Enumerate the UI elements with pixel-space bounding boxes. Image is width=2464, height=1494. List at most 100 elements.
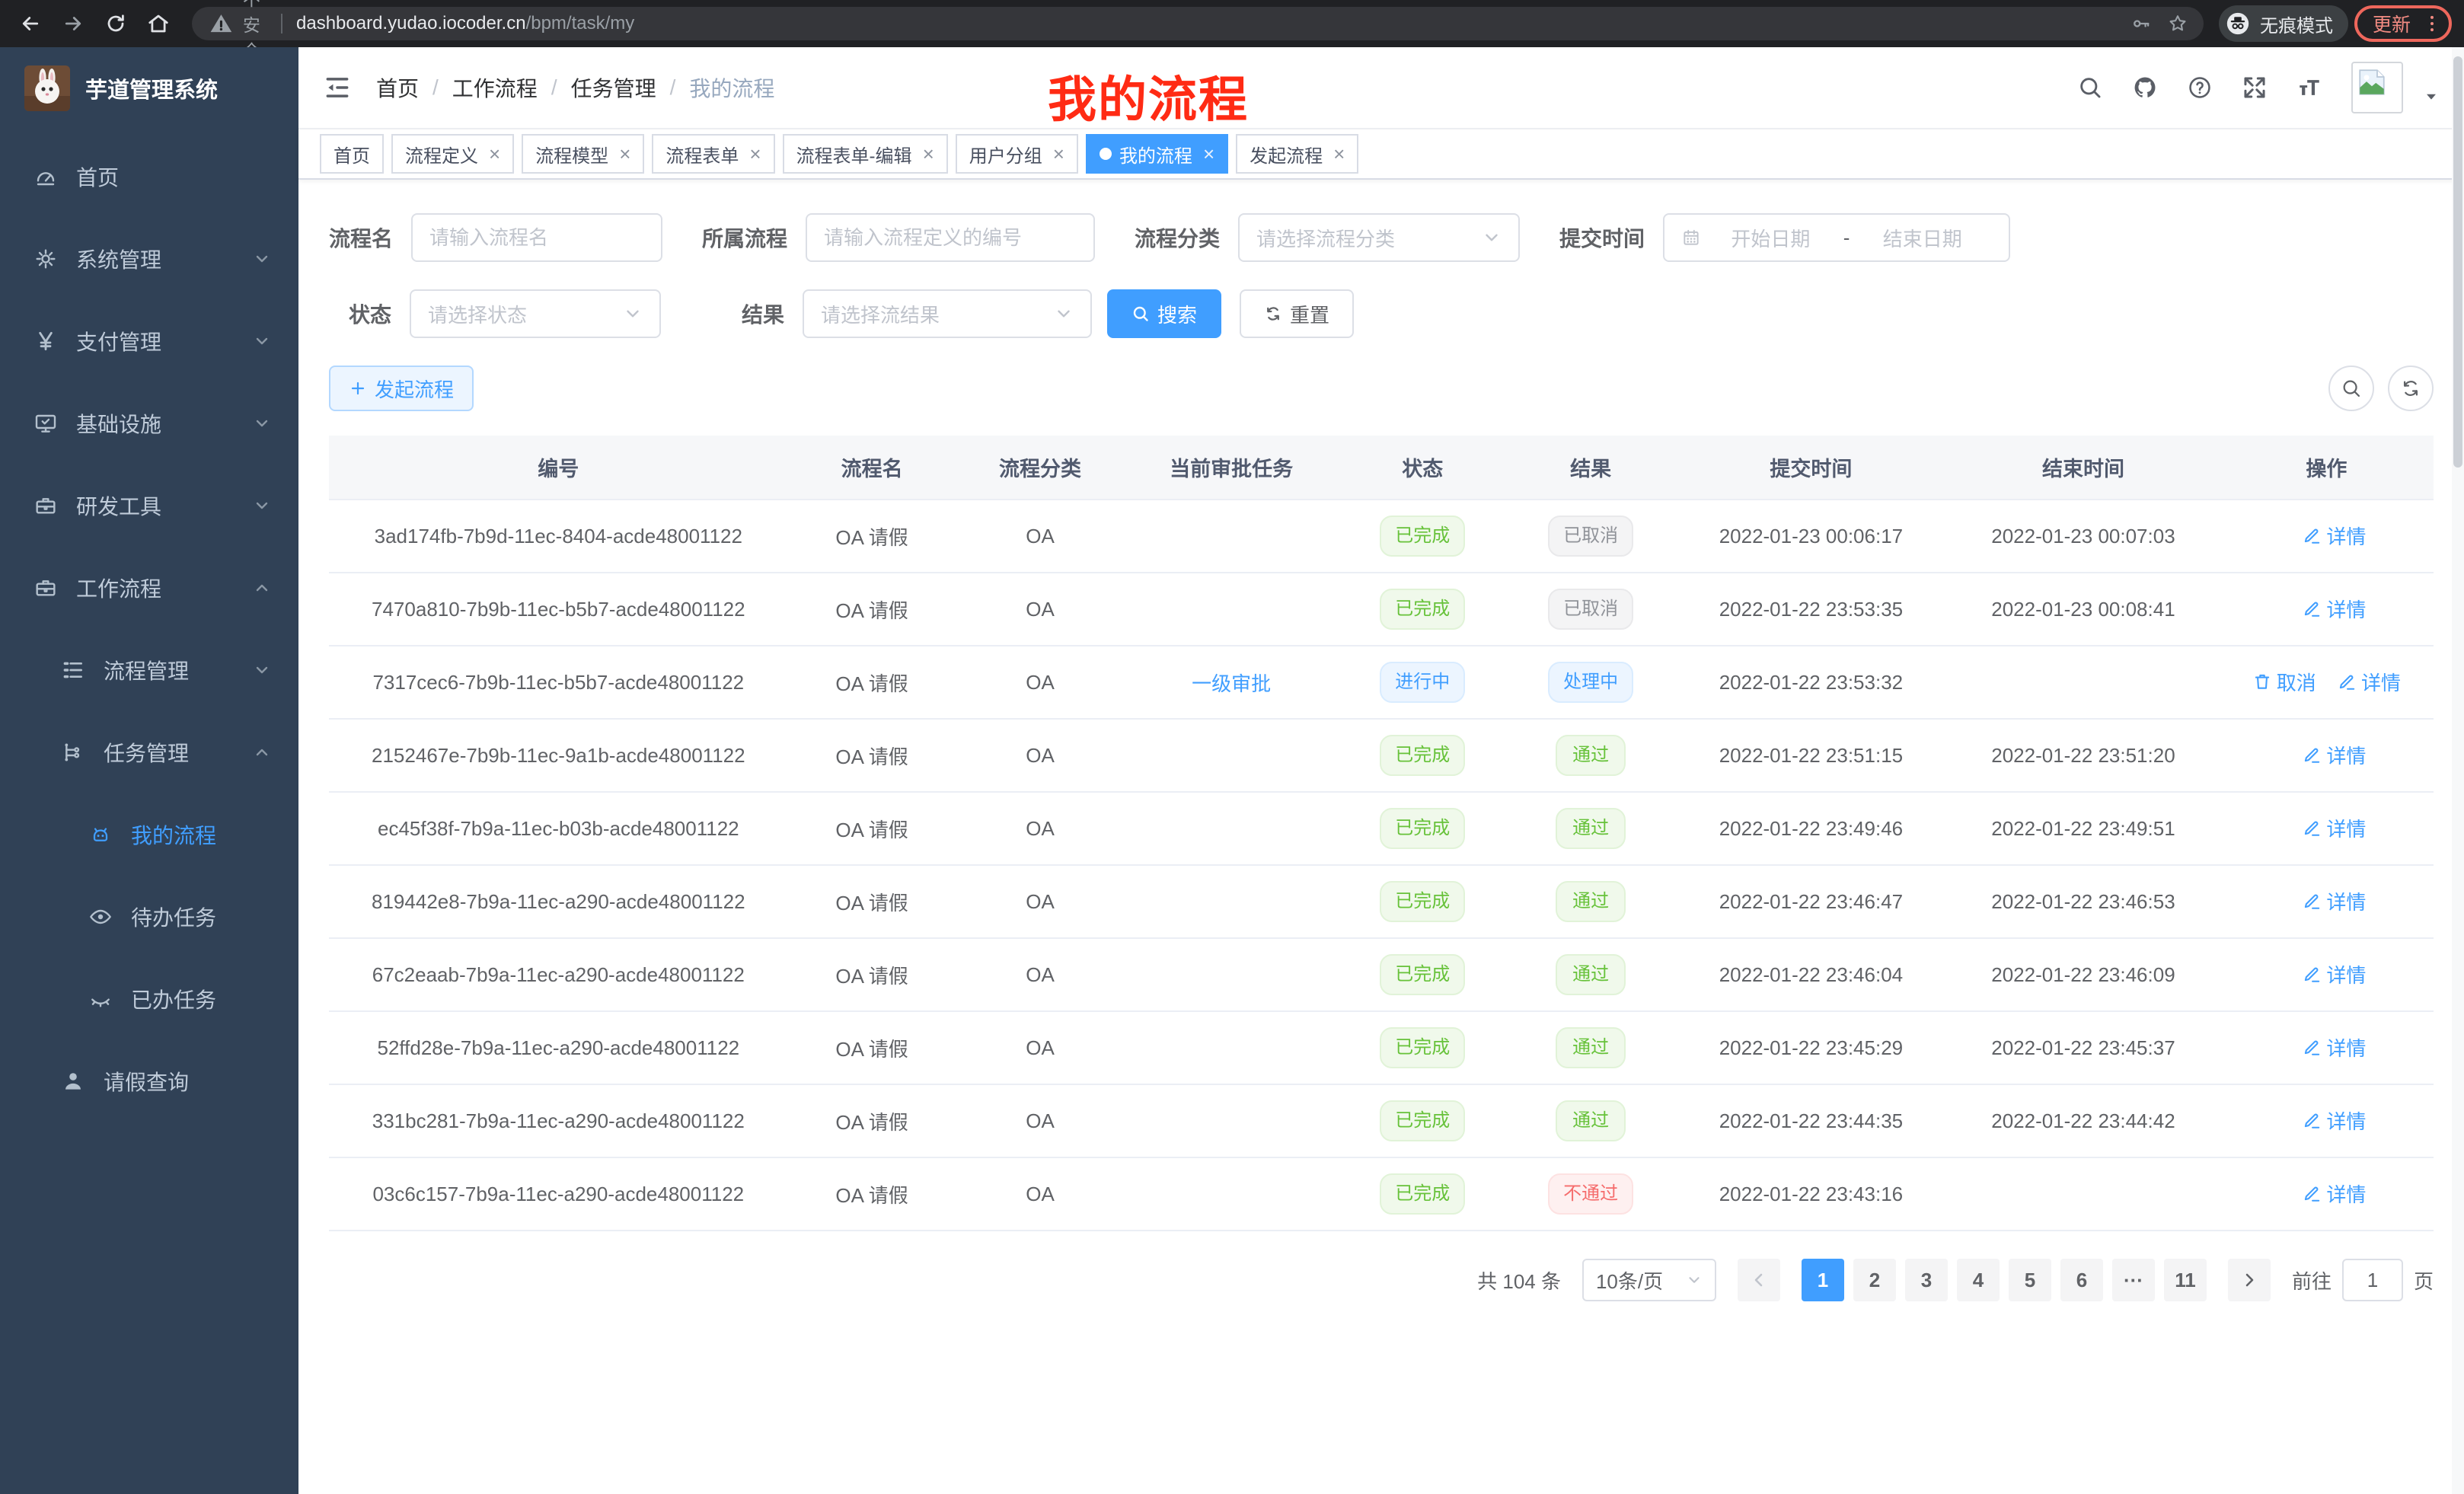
detail-button[interactable]: 详情 [2302, 1033, 2366, 1061]
column-header: 流程名 [788, 436, 956, 500]
fullscreen-icon[interactable] [2242, 75, 2268, 101]
detail-button[interactable]: 详情 [2302, 814, 2366, 842]
detail-button[interactable]: 详情 [2302, 960, 2366, 988]
cell-end-time: 2022-01-22 23:45:37 [1947, 1011, 2220, 1084]
detail-button[interactable]: 详情 [2302, 741, 2366, 769]
current-task-link[interactable]: 一级审批 [1192, 672, 1271, 695]
tab[interactable]: 流程定义 × [391, 134, 514, 174]
next-page-button[interactable] [2228, 1259, 2271, 1301]
page-button[interactable]: 1 [1802, 1259, 1844, 1301]
github-icon[interactable] [2132, 75, 2158, 101]
category-select[interactable]: 请选择流程分类 [1238, 213, 1520, 262]
page-button[interactable]: ··· [2112, 1259, 2155, 1301]
app-logo[interactable]: 芋道管理系统 [0, 47, 298, 129]
close-icon[interactable]: × [1053, 144, 1064, 164]
collapse-menu-icon[interactable] [323, 73, 352, 102]
sidebar-item-system[interactable]: 系统管理 [0, 218, 298, 300]
breadcrumb-item[interactable]: 我的流程 [689, 72, 774, 103]
eye-icon [88, 905, 113, 929]
cell-end-time [1947, 1157, 2220, 1231]
detail-button[interactable]: 详情 [2337, 668, 2401, 696]
tab[interactable]: 流程模型 × [522, 134, 644, 174]
goto-page-input[interactable] [2342, 1259, 2403, 1301]
menu-dots-icon[interactable] [2421, 13, 2443, 34]
detail-button[interactable]: 详情 [2302, 1180, 2366, 1208]
page-button[interactable]: 11 [2164, 1259, 2207, 1301]
end-date-placeholder[interactable]: 结束日期 [1853, 224, 1992, 252]
close-icon[interactable]: × [923, 144, 934, 164]
breadcrumb-item[interactable]: 工作流程 [452, 72, 538, 103]
tab[interactable]: 发起流程 × [1236, 134, 1358, 174]
scrollbar-thumb[interactable] [2453, 56, 2462, 468]
refresh-button[interactable] [2388, 366, 2434, 411]
sidebar-item-home[interactable]: 首页 [0, 136, 298, 218]
close-icon[interactable]: × [619, 144, 630, 164]
sidebar-item-my-process[interactable]: 我的流程 [0, 793, 298, 876]
key-icon[interactable] [2130, 13, 2152, 34]
detail-button[interactable]: 详情 [2302, 887, 2366, 915]
tab[interactable]: 首页 × [320, 134, 384, 174]
page-button[interactable]: 5 [2009, 1259, 2051, 1301]
status-badge: 已完成 [1380, 1173, 1465, 1215]
close-icon[interactable]: × [749, 144, 761, 164]
reset-button[interactable]: 重置 [1240, 289, 1354, 338]
tab[interactable]: 流程表单 × [652, 134, 774, 174]
cancel-button[interactable]: 取消 [2252, 668, 2316, 696]
breadcrumb[interactable]: 首页/工作流程/任务管理/我的流程/ [376, 72, 774, 103]
process-def-input[interactable] [824, 226, 1077, 250]
font-size-icon[interactable] [2296, 75, 2322, 101]
process-name-input[interactable] [429, 226, 644, 250]
sidebar-item-task-mgmt[interactable]: 任务管理 [0, 711, 298, 793]
tab[interactable]: 流程表单-编辑 × [783, 134, 948, 174]
detail-button[interactable]: 详情 [2302, 595, 2366, 623]
page-button[interactable]: 6 [2060, 1259, 2103, 1301]
avatar[interactable] [2351, 62, 2403, 113]
breadcrumb-item[interactable]: 任务管理 [571, 72, 656, 103]
sidebar-item-payment[interactable]: 支付管理 [0, 300, 298, 382]
sidebar-item-devtools[interactable]: 研发工具 [0, 464, 298, 547]
page-button[interactable]: 2 [1853, 1259, 1896, 1301]
create-process-button[interactable]: 发起流程 [329, 366, 474, 411]
status-select[interactable]: 请选择状态 [410, 289, 661, 338]
column-header: 结果 [1507, 436, 1675, 500]
sidebar-item-infra[interactable]: 基础设施 [0, 382, 298, 464]
page-button[interactable]: 4 [1957, 1259, 2000, 1301]
tab[interactable]: 我的流程 × [1086, 134, 1228, 174]
page-size-select[interactable]: 10条/页 [1582, 1259, 1716, 1301]
status-badge: 已完成 [1380, 954, 1465, 995]
reload-icon[interactable] [97, 5, 134, 42]
caret-down-icon[interactable] [2423, 88, 2440, 105]
toggle-search-button[interactable] [2328, 366, 2374, 411]
sidebar-item-done-tasks[interactable]: 已办任务 [0, 958, 298, 1040]
home-icon[interactable] [140, 5, 177, 42]
address-bar[interactable]: 不安全 dashboard.yudao.iocoder.cn/bpm/task/… [192, 7, 2204, 40]
detail-button[interactable]: 详情 [2302, 522, 2366, 550]
close-icon[interactable]: × [1203, 144, 1214, 164]
tab[interactable]: 用户分组 × [956, 134, 1078, 174]
page-button[interactable]: 3 [1905, 1259, 1948, 1301]
active-dot [1100, 148, 1112, 160]
prev-page-button[interactable] [1738, 1259, 1780, 1301]
sidebar-item-process-mgmt[interactable]: 流程管理 [0, 629, 298, 711]
star-icon[interactable] [2167, 13, 2188, 34]
process-def-input-wrap [806, 213, 1095, 262]
help-icon[interactable] [2187, 75, 2213, 101]
close-icon[interactable]: × [1333, 144, 1345, 164]
sidebar-item-workflow[interactable]: 工作流程 [0, 547, 298, 629]
browser-update-button[interactable]: 更新 [2354, 5, 2452, 42]
cell-id: 3ad174fb-7b9d-11ec-8404-acde48001122 [329, 500, 788, 573]
forward-icon[interactable] [55, 5, 91, 42]
detail-button[interactable]: 详情 [2302, 1106, 2366, 1135]
close-icon[interactable]: × [489, 144, 500, 164]
result-select[interactable]: 请选择流结果 [803, 289, 1092, 338]
breadcrumb-item[interactable]: 首页 [376, 72, 419, 103]
sidebar-item-todo-tasks[interactable]: 待办任务 [0, 876, 298, 958]
back-icon[interactable] [12, 5, 49, 42]
cell-id: 2152467e-7b9b-11ec-9a1b-acde48001122 [329, 719, 788, 792]
sidebar-item-leave-query[interactable]: 请假查询 [0, 1040, 298, 1122]
scrollbar-track[interactable] [2452, 47, 2464, 1494]
date-range-picker[interactable]: 开始日期 - 结束日期 [1663, 213, 2010, 262]
search-icon[interactable] [2077, 75, 2103, 101]
start-date-placeholder[interactable]: 开始日期 [1701, 224, 1840, 252]
search-button[interactable]: 搜索 [1107, 289, 1221, 338]
